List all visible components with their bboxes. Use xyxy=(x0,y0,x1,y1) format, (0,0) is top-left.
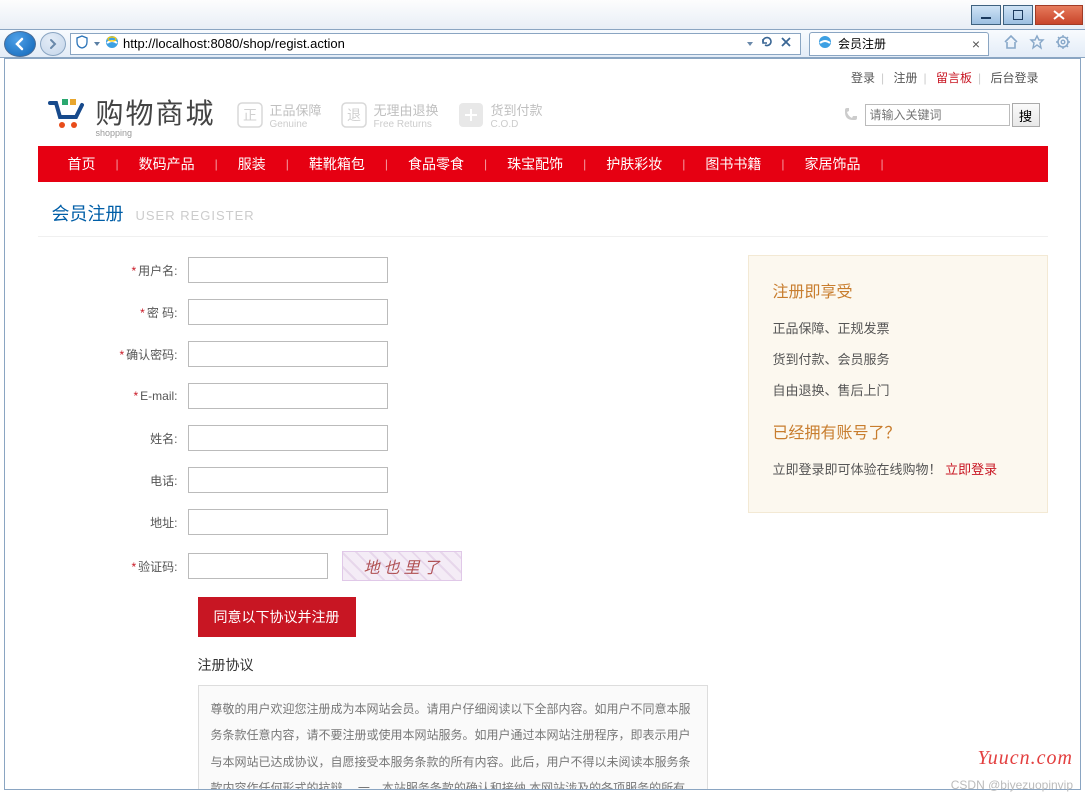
nav-jewelry[interactable]: 珠宝配饰 xyxy=(487,154,583,174)
label-username: *用户名: xyxy=(68,262,188,279)
link-login[interactable]: 登录 xyxy=(851,71,875,85)
tab-title: 会员注册 xyxy=(838,35,886,52)
agreement-textarea[interactable]: 尊敬的用户欢迎您注册成为本网站会员。请用户仔细阅读以下全部内容。如用户不同意本服… xyxy=(198,685,708,790)
tab-close-button[interactable]: × xyxy=(972,37,980,51)
page-viewport: 登录| 注册| 留言板| 后台登录 购物商城 shopping xyxy=(4,58,1081,790)
shield-icon xyxy=(75,35,89,52)
ie-icon xyxy=(105,35,119,52)
nav-beauty[interactable]: 护肤彩妆 xyxy=(586,154,682,174)
logo-text-cn: 购物商城 xyxy=(96,92,216,132)
label-phone: 电话: xyxy=(68,472,188,489)
agreement-title: 注册协议 xyxy=(198,655,708,675)
badge-icon: 正 xyxy=(236,101,264,129)
benefit-line: 货到付款、会员服务 xyxy=(773,349,1023,368)
input-phone[interactable] xyxy=(188,467,388,493)
browser-toolbar: 会员注册 × xyxy=(0,30,1085,58)
browser-forward-button[interactable] xyxy=(40,32,66,56)
window-maximize-button[interactable] xyxy=(1003,5,1033,25)
input-address[interactable] xyxy=(188,509,388,535)
input-name[interactable] xyxy=(188,425,388,451)
input-username[interactable] xyxy=(188,257,388,283)
ie-icon xyxy=(818,35,832,52)
badge-cod: 货到付款C.O.D xyxy=(457,100,543,130)
label-address: 地址: xyxy=(68,514,188,531)
side-benefit-title: 注册即享受 xyxy=(773,278,1023,302)
address-bar[interactable] xyxy=(70,33,801,55)
input-password[interactable] xyxy=(188,299,388,325)
badge-icon: 退 xyxy=(340,101,368,129)
dropdown-icon[interactable] xyxy=(746,37,754,51)
browser-back-button[interactable] xyxy=(4,31,36,57)
dropdown-icon[interactable] xyxy=(93,37,101,51)
svg-text:正: 正 xyxy=(243,107,257,123)
cart-icon xyxy=(46,97,86,133)
link-register[interactable]: 注册 xyxy=(894,71,918,85)
home-icon[interactable] xyxy=(1003,34,1019,53)
top-links: 登录| 注册| 留言板| 后台登录 xyxy=(38,59,1048,88)
input-captcha[interactable] xyxy=(188,553,328,579)
refresh-icon[interactable] xyxy=(760,35,774,52)
nav-food[interactable]: 食品零食 xyxy=(388,154,484,174)
badge-genuine: 正 正品保障Genuine xyxy=(236,100,322,130)
search-box[interactable] xyxy=(865,104,1010,126)
input-confirm-password[interactable] xyxy=(188,341,388,367)
register-form: *用户名: *密 码: *确认密码: *E-mail: 姓名: 电话: 地址: … xyxy=(38,237,708,790)
main-nav: 首页| 数码产品| 服装| 鞋靴箱包| 食品零食| 珠宝配饰| 护肤彩妆| 图书… xyxy=(38,146,1048,182)
nav-shoes[interactable]: 鞋靴箱包 xyxy=(289,154,385,174)
url-input[interactable] xyxy=(123,34,738,54)
label-captcha: *验证码: xyxy=(68,558,188,575)
stop-icon[interactable] xyxy=(780,36,792,51)
csdn-watermark: CSDN @biyezuopinvip xyxy=(951,778,1073,792)
label-email: *E-mail: xyxy=(68,389,188,403)
window-close-button[interactable] xyxy=(1035,5,1083,25)
page-title: 会员注册 USER REGISTER xyxy=(38,182,1048,237)
captcha-image[interactable]: 地 也 里 了 xyxy=(342,551,462,581)
nav-home[interactable]: 首页 xyxy=(48,154,116,174)
search-input[interactable] xyxy=(870,105,1005,125)
badge-icon xyxy=(457,101,485,129)
nav-books[interactable]: 图书书籍 xyxy=(685,154,781,174)
browser-tab[interactable]: 会员注册 × xyxy=(809,32,989,56)
submit-button[interactable]: 同意以下协议并注册 xyxy=(198,597,356,637)
login-now-link[interactable]: 立即登录 xyxy=(945,462,997,477)
window-titlebar xyxy=(0,0,1085,30)
window-minimize-button[interactable] xyxy=(971,5,1001,25)
label-confirm: *确认密码: xyxy=(68,346,188,363)
nav-clothes[interactable]: 服装 xyxy=(218,154,286,174)
label-name: 姓名: xyxy=(68,430,188,447)
benefit-line: 自由退换、售后上门 xyxy=(773,380,1023,399)
login-prompt: 立即登录即可体验在线购物！ 立即登录 xyxy=(773,459,1023,478)
side-panel: 注册即享受 正品保障、正规发票 货到付款、会员服务 自由退换、售后上门 已经拥有… xyxy=(748,255,1048,513)
tools-icon[interactable] xyxy=(1055,34,1071,53)
label-password: *密 码: xyxy=(68,304,188,321)
watermark: Yuucn.com xyxy=(978,747,1073,770)
search-button[interactable]: 搜 xyxy=(1012,103,1040,127)
guarantee-badges: 正 正品保障Genuine 退 无理由退换Free Returns 货到付款C.… xyxy=(236,100,543,130)
favorites-icon[interactable] xyxy=(1029,34,1045,53)
link-admin-login[interactable]: 后台登录 xyxy=(990,71,1038,85)
badge-returns: 退 无理由退换Free Returns xyxy=(340,100,439,130)
site-logo[interactable]: 购物商城 shopping xyxy=(46,92,216,138)
side-have-account: 已经拥有账号了？ xyxy=(773,419,1023,443)
nav-home-goods[interactable]: 家居饰品 xyxy=(785,154,881,174)
link-message-board[interactable]: 留言板 xyxy=(936,71,972,85)
nav-digital[interactable]: 数码产品 xyxy=(119,154,215,174)
benefit-line: 正品保障、正规发票 xyxy=(773,318,1023,337)
svg-text:退: 退 xyxy=(347,107,361,123)
input-email[interactable] xyxy=(188,383,388,409)
phone-icon xyxy=(843,106,859,125)
